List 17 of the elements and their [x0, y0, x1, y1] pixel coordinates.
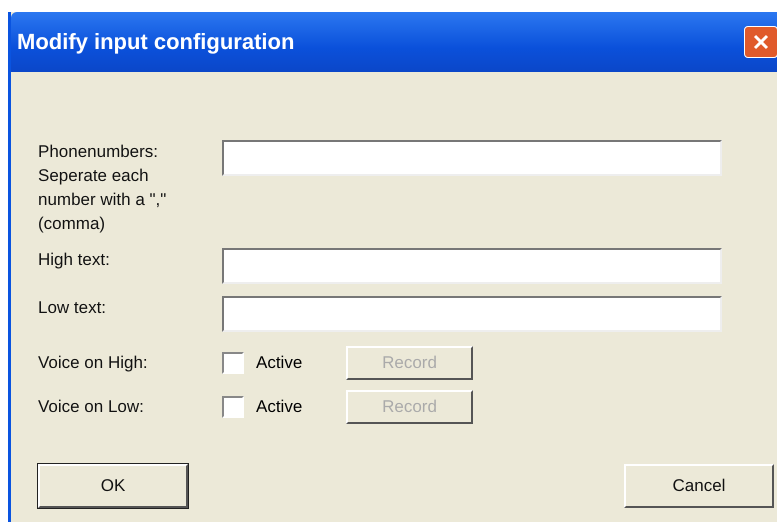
- checkbox[interactable]: [222, 352, 244, 374]
- close-icon: [752, 33, 770, 51]
- checkbox-label: Active: [256, 353, 304, 373]
- close-button[interactable]: [744, 26, 777, 58]
- row-label: Voice on Low:: [38, 396, 145, 418]
- ok-button[interactable]: OK: [38, 464, 188, 508]
- input-field[interactable]: [222, 248, 722, 284]
- field-label: Phonenumbers: Seperate each number with a "," (comma): [38, 141, 168, 235]
- field-label: High text:: [38, 249, 111, 271]
- window-title: Modify input configuration: [16, 29, 294, 55]
- row-label: Voice on High:: [38, 352, 149, 374]
- input-field[interactable]: [222, 296, 722, 332]
- input-field[interactable]: [222, 140, 722, 176]
- field-label: Low text:: [38, 297, 108, 319]
- checkbox-label: Active: [256, 397, 304, 417]
- cancel-button[interactable]: Cancel: [624, 464, 774, 508]
- checkbox[interactable]: [222, 396, 244, 418]
